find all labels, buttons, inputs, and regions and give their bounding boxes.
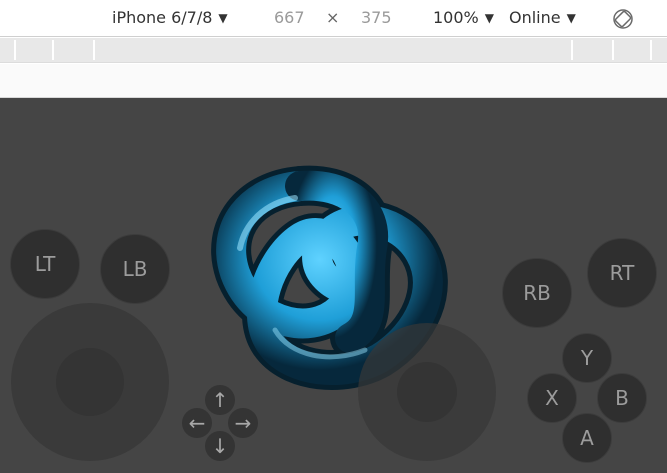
- lb-button[interactable]: LB: [100, 234, 170, 304]
- page-header-strip: [0, 64, 667, 98]
- game-viewport[interactable]: LT LB RB RT Y X B A ↑ ← → ↓: [0, 98, 667, 473]
- arrow-left-icon: ←: [188, 411, 206, 435]
- device-caret-icon: ▼: [218, 11, 228, 25]
- rotate-button[interactable]: [612, 8, 634, 30]
- rotate-icon: [613, 9, 633, 29]
- zoom-caret-icon: ▼: [484, 11, 494, 25]
- b-button[interactable]: B: [597, 373, 647, 423]
- throttle-label: Online: [509, 8, 561, 27]
- device-toolbar: iPhone 6/7/8 ▼ 667 × 375 100% ▼ Online ▼: [0, 0, 667, 37]
- dimension-separator: ×: [326, 8, 340, 27]
- zoom-label: 100%: [433, 8, 479, 27]
- dpad-down-button[interactable]: ↓: [205, 431, 235, 461]
- device-select[interactable]: iPhone 6/7/8 ▼: [112, 8, 228, 28]
- zoom-select[interactable]: 100% ▼: [433, 8, 494, 28]
- a-button[interactable]: A: [562, 413, 612, 463]
- width-input[interactable]: 667: [274, 8, 305, 28]
- ruler-tick: [571, 40, 573, 60]
- dpad-up-button[interactable]: ↑: [205, 385, 235, 415]
- height-input[interactable]: 375: [361, 8, 392, 28]
- throttle-select[interactable]: Online ▼: [509, 8, 576, 28]
- ruler-tick: [650, 40, 652, 60]
- lb-label: LB: [122, 257, 148, 281]
- ruler-tick: [612, 40, 614, 60]
- rb-label: RB: [523, 281, 551, 305]
- b-label: B: [615, 386, 629, 410]
- throttle-caret-icon: ▼: [566, 11, 576, 25]
- rb-button[interactable]: RB: [502, 258, 572, 328]
- x-button[interactable]: X: [527, 373, 577, 423]
- arrow-down-icon: ↓: [211, 434, 229, 458]
- arrow-up-icon: ↑: [211, 388, 229, 412]
- x-label: X: [545, 386, 559, 410]
- dpad-left-button[interactable]: ←: [182, 408, 212, 438]
- lt-button[interactable]: LT: [10, 229, 80, 299]
- y-button[interactable]: Y: [562, 333, 612, 383]
- ruler-tick: [52, 40, 54, 60]
- rt-label: RT: [609, 261, 635, 285]
- arrow-right-icon: →: [234, 411, 252, 435]
- right-stick-knob[interactable]: [397, 362, 457, 422]
- ruler-tick: [14, 40, 16, 60]
- media-query-bar: [0, 38, 667, 63]
- rt-button[interactable]: RT: [587, 238, 657, 308]
- dpad-right-button[interactable]: →: [228, 408, 258, 438]
- ruler-tick: [93, 40, 95, 60]
- lt-label: LT: [34, 252, 56, 276]
- a-label: A: [580, 426, 594, 450]
- y-label: Y: [580, 346, 594, 370]
- device-label: iPhone 6/7/8: [112, 8, 213, 27]
